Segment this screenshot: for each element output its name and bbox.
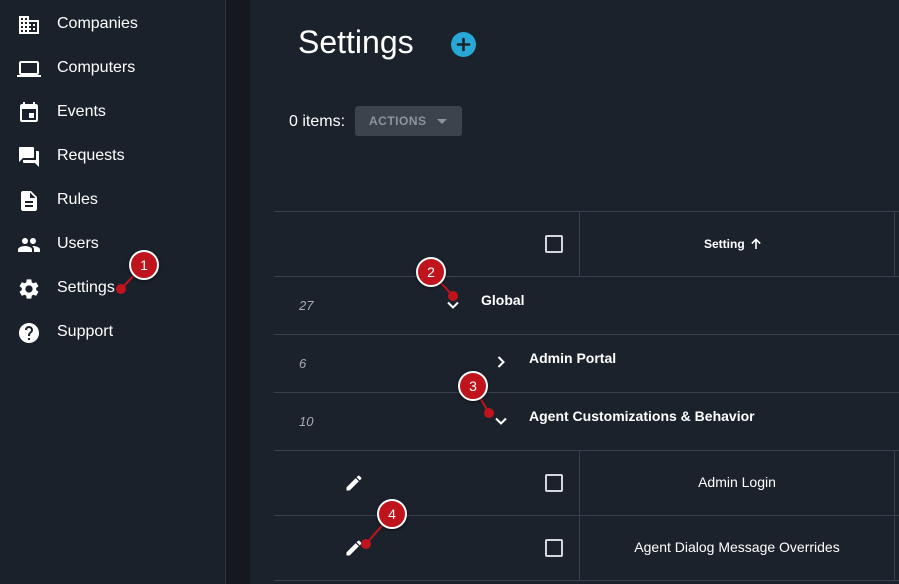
group-label: Agent Customizations & Behavior	[529, 408, 755, 424]
sidebar-item-settings[interactable]: Settings	[0, 267, 226, 311]
column-header-setting[interactable]: Setting	[704, 237, 745, 251]
actions-button[interactable]: ACTIONS	[355, 106, 462, 136]
users-icon	[18, 238, 40, 252]
row-checkbox[interactable]	[545, 539, 563, 557]
chevron-down-icon[interactable]	[492, 412, 510, 430]
main-content: Settings 0 items: ACTIONS Setting 27 Glo…	[250, 0, 899, 584]
select-all-checkbox[interactable]	[545, 235, 563, 253]
group-row-admin-portal[interactable]: 6 Admin Portal	[274, 335, 899, 393]
plus-icon	[456, 37, 471, 52]
sort-ascending-icon[interactable]	[750, 238, 762, 250]
annotation-dot	[448, 291, 458, 301]
add-setting-button[interactable]	[451, 32, 476, 57]
column-divider	[894, 516, 895, 581]
settings-grid: Setting 27 Global 6 Admin Portal 10 Agen…	[274, 211, 899, 584]
annotation-dot	[484, 408, 494, 418]
sidebar-item-label: Rules	[57, 191, 98, 208]
sidebar-item-label: Companies	[57, 15, 138, 32]
group-row-global[interactable]: 27 Global	[274, 277, 899, 335]
actions-button-label: ACTIONS	[369, 114, 427, 128]
group-count: 6	[299, 356, 307, 371]
table-row[interactable]: Admin Login	[274, 451, 899, 516]
items-count-label: 0 items:	[289, 113, 346, 130]
grid-header: Setting	[274, 212, 899, 277]
caret-down-icon	[437, 119, 447, 124]
sidebar-item-label: Users	[57, 235, 99, 252]
setting-cell: Admin Login	[698, 474, 776, 490]
sidebar: Companies Computers Events Requests Rule…	[0, 0, 226, 584]
gear-icon	[19, 279, 39, 299]
chat-icon	[19, 147, 39, 167]
sidebar-item-rules[interactable]: Rules	[0, 179, 226, 223]
calendar-icon	[20, 102, 38, 122]
sidebar-item-companies[interactable]: Companies	[0, 3, 226, 47]
group-count: 27	[299, 298, 314, 313]
sidebar-gutter	[226, 0, 250, 584]
column-divider	[579, 212, 580, 277]
column-divider	[894, 212, 895, 277]
group-row-agent-customizations[interactable]: 10 Agent Customizations & Behavior	[274, 393, 899, 451]
sidebar-item-computers[interactable]: Computers	[0, 47, 226, 91]
annotation-dot	[361, 539, 371, 549]
annotation-marker-4: 4	[377, 499, 407, 529]
sidebar-item-users[interactable]: Users	[0, 223, 226, 267]
laptop-icon	[17, 61, 41, 77]
sidebar-item-label: Computers	[57, 59, 136, 76]
chevron-right-icon[interactable]	[492, 353, 510, 371]
group-label: Global	[481, 292, 525, 308]
column-divider	[894, 451, 895, 516]
setting-cell: Agent Dialog Message Overrides	[634, 539, 840, 555]
building-icon	[19, 16, 39, 34]
group-count: 10	[299, 414, 314, 429]
group-label: Admin Portal	[529, 350, 617, 366]
annotation-dot	[116, 284, 126, 294]
help-icon	[19, 323, 39, 343]
sidebar-item-events[interactable]: Events	[0, 91, 226, 135]
row-checkbox[interactable]	[545, 474, 563, 492]
sidebar-item-support[interactable]: Support	[0, 311, 226, 355]
sidebar-item-label: Settings	[57, 279, 115, 296]
document-icon	[21, 191, 37, 211]
sidebar-item-requests[interactable]: Requests	[0, 135, 226, 179]
annotation-marker-3: 3	[458, 371, 488, 401]
sidebar-item-label: Events	[57, 103, 106, 120]
sidebar-item-label: Requests	[57, 147, 125, 164]
annotation-marker-2: 2	[416, 257, 446, 287]
page-title: Settings	[298, 24, 414, 60]
annotation-marker-1: 1	[129, 250, 159, 280]
pencil-icon[interactable]	[344, 473, 364, 493]
sidebar-item-label: Support	[57, 323, 114, 340]
